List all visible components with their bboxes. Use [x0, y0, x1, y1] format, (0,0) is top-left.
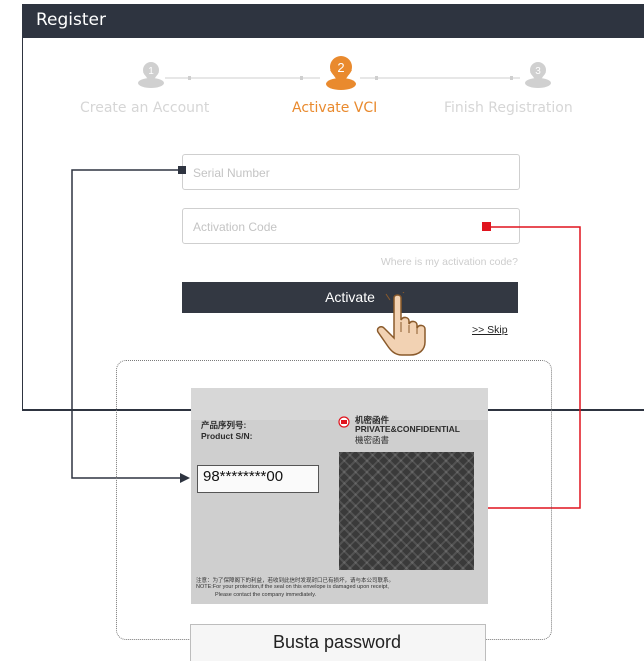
envelope-note-cn: 注意：为了保障阁下的利益，若收到此信时发现封口已有损坏，请与本公司联系。 [196, 578, 395, 584]
envelope-note-en-2: Please contact the company immediately. [215, 592, 317, 598]
serial-marker [178, 166, 186, 174]
confidential-label-en: PRIVATE&CONFIDENTIAL [355, 424, 460, 434]
serial-number-value: 98********00 [203, 468, 284, 485]
confidential-label-cn2: 機密函書 [355, 435, 390, 445]
confidential-seal-icon [338, 416, 350, 428]
scratch-code-pattern [339, 452, 474, 570]
busta-password-caption: Busta password [272, 632, 402, 652]
product-sn-label-cn: 产品序列号: [201, 420, 247, 430]
product-sn-label-en: Product S/N: [201, 431, 253, 441]
envelope-note-en-1: NOTE:For your protection,if the seal on … [196, 584, 389, 590]
activation-marker [482, 222, 491, 231]
